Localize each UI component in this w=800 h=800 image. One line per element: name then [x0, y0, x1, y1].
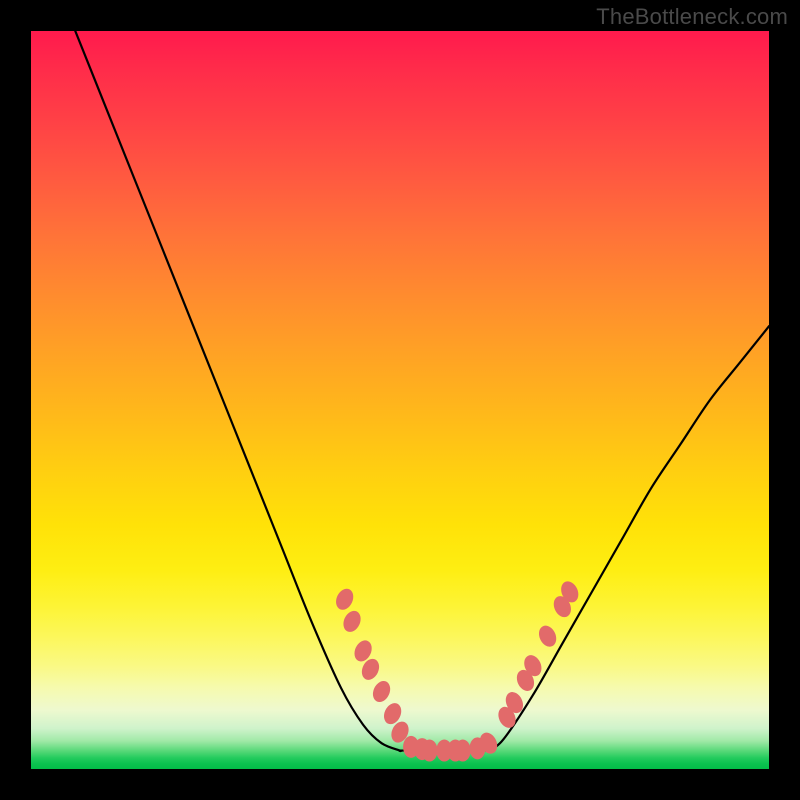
chart-frame: TheBottleneck.com — [0, 0, 800, 800]
data-marker — [536, 623, 560, 650]
data-marker — [333, 586, 357, 613]
plot-area — [31, 31, 769, 769]
data-marker — [422, 740, 438, 762]
bottleneck-curve — [75, 31, 769, 751]
chart-svg — [31, 31, 769, 769]
watermark-text: TheBottleneck.com — [596, 4, 788, 30]
data-marker — [455, 740, 471, 762]
data-marker — [370, 678, 394, 705]
data-marker — [340, 608, 364, 635]
